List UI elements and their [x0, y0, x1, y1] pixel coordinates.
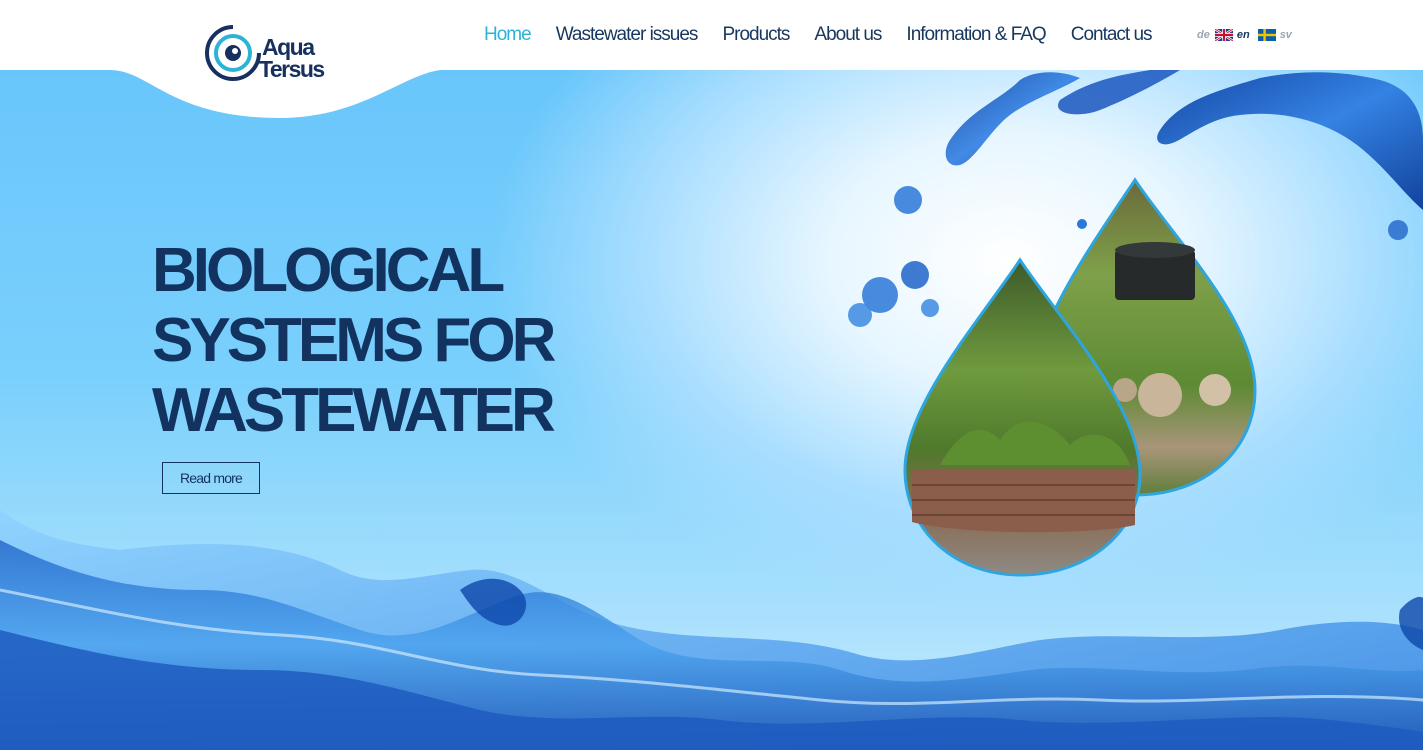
- lang-sv-link[interactable]: sv: [1280, 29, 1292, 41]
- site-logo[interactable]: Aqua Tersus: [204, 22, 354, 86]
- brand-name-line-1: Aqua: [262, 34, 315, 60]
- hero-headline-line-1: BIOLOGICAL: [152, 236, 505, 305]
- brand-name: Aqua Tersus: [259, 34, 325, 82]
- hero-headline-line-2: SYSTEMS FOR: [152, 306, 556, 375]
- read-more-button[interactable]: Read more: [162, 462, 260, 494]
- nav-item-products[interactable]: Products: [722, 24, 790, 46]
- main-navigation: Home Wastewater issues Products About us…: [484, 24, 1177, 46]
- hero-headline-line-3: WASTEWATER: [152, 376, 556, 445]
- uk-flag-icon[interactable]: [1214, 29, 1233, 41]
- nav-item-wastewater-issues[interactable]: Wastewater issues: [556, 24, 699, 46]
- lang-de-link[interactable]: de: [1197, 29, 1210, 41]
- sweden-flag-icon[interactable]: [1257, 29, 1276, 41]
- language-switcher: de en sv: [1197, 29, 1297, 41]
- nav-item-about-us[interactable]: About us: [814, 24, 882, 46]
- nav-item-home[interactable]: Home: [484, 24, 532, 46]
- lang-en-link[interactable]: en: [1237, 29, 1250, 41]
- nav-item-contact-us[interactable]: Contact us: [1071, 24, 1153, 46]
- hero-headline: BIOLOGICAL SYSTEMS FOR WASTEWATER: [152, 236, 556, 446]
- nav-item-information-faq[interactable]: Information & FAQ: [906, 24, 1046, 46]
- brand-name-line-2: Tersus: [259, 56, 325, 82]
- hero-banner: BIOLOGICAL SYSTEMS FOR WASTEWATER Read m…: [0, 70, 1423, 750]
- aqua-tersus-logo-icon: [205, 24, 262, 81]
